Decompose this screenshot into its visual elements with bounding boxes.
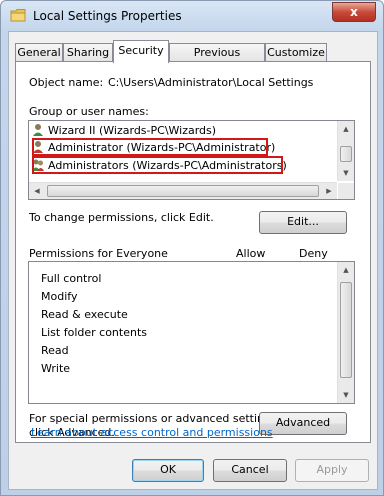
- tab-customize[interactable]: Customize: [265, 43, 327, 62]
- tab-security[interactable]: Security: [113, 40, 169, 63]
- scroll-thumb[interactable]: [340, 282, 352, 378]
- security-panel: Object name: C:\Users\Administrator\Loca…: [15, 61, 371, 443]
- permission-item: Modify: [41, 290, 78, 303]
- close-button[interactable]: x: [332, 2, 376, 22]
- highlight-box: [32, 138, 268, 156]
- learn-more-link[interactable]: Learn about access control and permissio…: [31, 426, 273, 439]
- title-bar[interactable]: Local Settings Properties x: [1, 1, 383, 31]
- deny-header: Deny: [299, 247, 328, 260]
- scroll-right-icon[interactable]: ▶: [321, 183, 337, 199]
- group-list-vscrollbar[interactable]: ▲ ▼: [337, 121, 354, 181]
- object-name-value: C:\Users\Administrator\Local Settings: [108, 76, 314, 89]
- user-icon: [33, 124, 43, 136]
- highlight-box: [32, 156, 283, 174]
- close-icon: x: [350, 5, 358, 19]
- cancel-button[interactable]: Cancel: [213, 459, 287, 482]
- permissions-label: Permissions for Everyone: [29, 247, 168, 260]
- folder-icon: [10, 9, 26, 22]
- group-names-label: Group or user names:: [29, 105, 149, 118]
- allow-header: Allow: [236, 247, 266, 260]
- scroll-down-icon[interactable]: ▼: [338, 165, 354, 181]
- scroll-up-icon[interactable]: ▲: [338, 262, 354, 278]
- permissions-vscrollbar[interactable]: ▲ ▼: [337, 262, 354, 403]
- window-title: Local Settings Properties: [33, 9, 182, 23]
- tab-sharing[interactable]: Sharing: [63, 43, 113, 62]
- permission-item: Write: [41, 362, 71, 375]
- change-permissions-text: To change permissions, click Edit.: [29, 211, 214, 224]
- scroll-corner: [338, 183, 354, 199]
- permissions-list[interactable]: Full control Modify Read & execute List …: [28, 261, 355, 404]
- permission-item: Read: [41, 344, 69, 357]
- scroll-left-icon[interactable]: ◀: [29, 183, 45, 199]
- permission-item: Full control: [41, 272, 102, 285]
- scroll-down-icon[interactable]: ▼: [338, 387, 354, 403]
- apply-button[interactable]: Apply: [295, 459, 369, 482]
- edit-button[interactable]: Edit...: [259, 211, 347, 234]
- permission-item: List folder contents: [41, 326, 147, 339]
- properties-window: Local Settings Properties x General Shar…: [0, 0, 384, 496]
- special-permissions-text: For special permissions or advanced sett…: [29, 412, 281, 425]
- dialog-client: General Sharing Security Previous Versio…: [8, 31, 378, 490]
- ok-button[interactable]: OK: [132, 459, 204, 482]
- tab-previous-versions[interactable]: Previous Versions: [169, 43, 265, 76]
- scroll-up-icon[interactable]: ▲: [338, 121, 354, 137]
- hscroll-thumb[interactable]: [47, 185, 319, 197]
- object-name-label: Object name:: [29, 76, 104, 89]
- list-item[interactable]: Wizard II (Wizards-PC\Wizards): [31, 123, 216, 139]
- group-list-hscrollbar[interactable]: ◀ ▶: [29, 182, 337, 199]
- scroll-thumb[interactable]: [340, 146, 352, 162]
- permission-item: Read & execute: [41, 308, 128, 321]
- tab-general[interactable]: General: [15, 43, 63, 62]
